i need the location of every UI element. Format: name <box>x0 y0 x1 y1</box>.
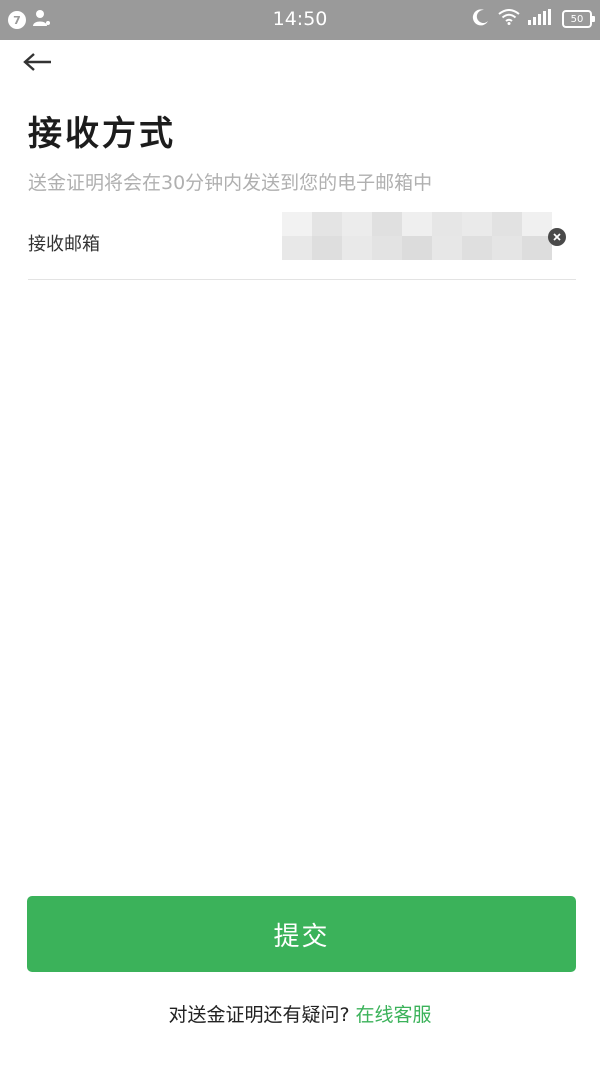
back-button[interactable] <box>18 48 58 80</box>
wifi-icon <box>498 9 520 29</box>
signal-icon <box>528 9 554 29</box>
page-title: 接收方式 <box>28 114 176 154</box>
battery-icon: 50 <box>562 10 595 28</box>
submit-button[interactable]: 提交 <box>27 896 576 972</box>
clear-icon[interactable] <box>548 228 566 246</box>
footer-help: 对送金证明还有疑问? 在线客服 <box>0 1000 600 1027</box>
back-arrow-icon <box>23 52 53 76</box>
moon-icon <box>472 8 490 30</box>
email-row: 接收邮箱 <box>28 212 576 278</box>
status-bar: 7 14:50 50 <box>0 0 600 40</box>
status-bar-right: 50 <box>472 8 595 30</box>
page-subtitle: 送金证明将会在30分钟内发送到您的电子邮箱中 <box>28 172 433 194</box>
online-support-link[interactable]: 在线客服 <box>356 1004 432 1026</box>
email-label: 接收邮箱 <box>28 234 100 255</box>
footer-question: 对送金证明还有疑问? <box>168 1004 350 1026</box>
divider <box>28 279 576 280</box>
email-input[interactable] <box>282 212 552 260</box>
